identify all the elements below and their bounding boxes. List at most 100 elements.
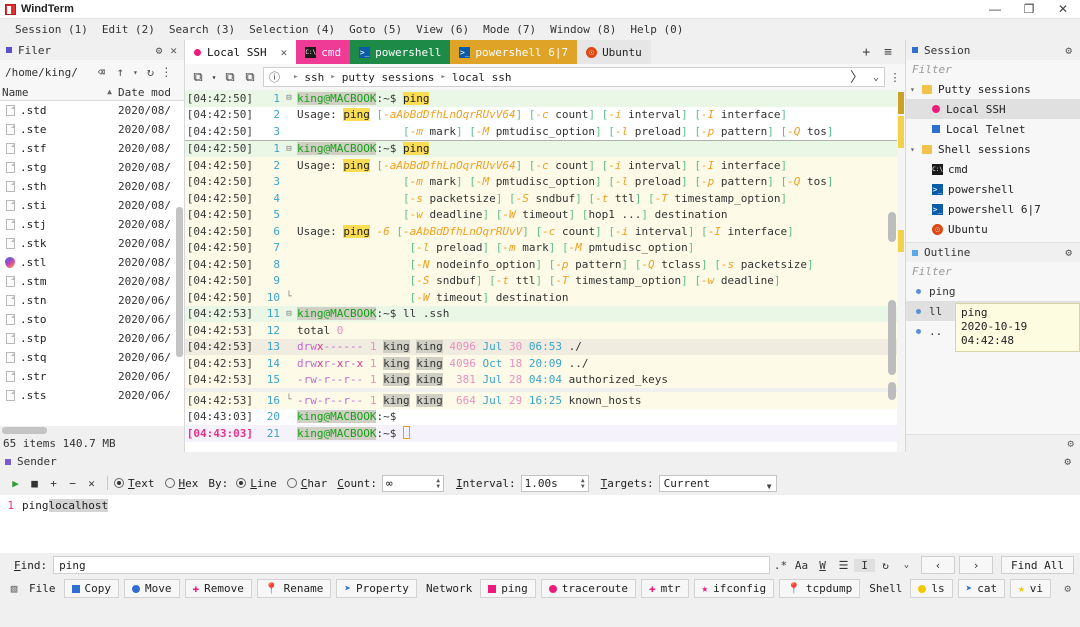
bottom-button-copy[interactable]: Copy <box>63 579 119 598</box>
filer-row[interactable]: .stq 2020/06/ <box>0 348 184 367</box>
bottom-button-ls[interactable]: ls <box>910 579 953 598</box>
session-item-cmd[interactable]: C:\ cmd <box>906 159 1080 179</box>
outline-filter-input[interactable]: Filter <box>906 262 1080 281</box>
terminal-line[interactable]: [04:42:50] 2 Usage: ping [-aAbBdDfhLnOqrRU… <box>185 157 905 174</box>
terminal-fold-icon[interactable]: ⊟ <box>283 93 295 103</box>
terminal-line[interactable]: [04:42:53] 13 drwx------ 1 king king 4096 … <box>185 338 905 355</box>
session-filter-input[interactable]: Filter <box>906 60 1080 79</box>
terminal-scroll-thumb-0[interactable] <box>888 212 896 242</box>
sender-text-radio[interactable] <box>114 478 124 488</box>
maximize-button[interactable]: ❐ <box>1012 0 1046 19</box>
close-tab-icon[interactable]: ⧉ <box>220 70 240 85</box>
filer-up-icon[interactable]: ↑ <box>111 65 130 79</box>
tab-powershell-6-7[interactable]: >_ powershell 6|7 <box>450 40 578 64</box>
tab-list-icon[interactable]: ≡ <box>877 45 899 60</box>
filer-refresh-icon[interactable]: ↻ <box>141 65 160 79</box>
filer-row[interactable]: .stg 2020/08/ <box>0 158 184 177</box>
add-tab-icon[interactable]: + <box>855 45 877 60</box>
terminal-line[interactable]: [04:42:53] 15 -rw-r--r-- 1 king king 381 J… <box>185 371 905 388</box>
menu-item-goto[interactable]: Goto (5) <box>342 21 409 38</box>
filer-row[interactable]: .stk 2020/08/ <box>0 234 184 253</box>
terminal-line[interactable]: [04:42:50] 7 [-l preload] [-m mark] [-M p… <box>185 239 905 256</box>
tab-cmd[interactable]: C:\ cmd <box>296 40 351 64</box>
sender-remove-icon[interactable]: − <box>63 477 82 490</box>
tab-powershell[interactable]: >_ powershell <box>350 40 451 64</box>
match-case-icon[interactable]: Aa <box>791 559 812 572</box>
sender-line-radio[interactable] <box>236 478 247 488</box>
breadcrumb-chevron-icon[interactable]: ⌄ <box>873 72 879 83</box>
right-footer-gear-icon[interactable]: ⚙ <box>1067 437 1074 450</box>
filer-clear-icon[interactable]: ⌫ <box>92 65 111 79</box>
minimize-button[interactable]: — <box>978 0 1012 19</box>
in-selection-icon[interactable]: ☰ <box>833 559 854 572</box>
bottom-button-rename[interactable]: 📍 Rename <box>256 579 332 598</box>
session-tree[interactable]: ▾ Putty sessions Local SSH Local Telnet ▾ She… <box>906 79 1080 239</box>
find-all-button[interactable]: Find All <box>1001 556 1074 574</box>
breadcrumb-expand-icon[interactable]: 〉 <box>850 67 864 87</box>
terminal-scroll-thumb-2[interactable] <box>888 382 896 400</box>
menu-item-mode[interactable]: Mode (7) <box>476 21 543 38</box>
sender-settings-icon[interactable]: ⚙ <box>1064 455 1075 468</box>
breadcrumb-item-local-ssh[interactable]: local ssh <box>452 71 512 84</box>
sender-clear-icon[interactable]: ✕ <box>82 477 101 490</box>
sender-hex-radio[interactable] <box>164 478 175 488</box>
bottom-button-property[interactable]: ➤ Property <box>336 579 417 598</box>
filer-row[interactable]: .str 2020/06/ <box>0 367 184 386</box>
filer-horizontal-scrollbar[interactable] <box>0 426 184 435</box>
session-settings-icon[interactable]: ⚙ <box>1065 44 1072 57</box>
terminal-line[interactable]: [04:42:53] 12 total 0 <box>185 322 905 339</box>
sender-targets-select[interactable]: Current ▼ <box>658 474 777 492</box>
filer-row[interactable]: .stf 2020/08/ <box>0 139 184 158</box>
bottom-button-vi[interactable]: ★ vi <box>1010 579 1051 598</box>
stepper-down-icon-2[interactable]: ▼ <box>581 483 585 490</box>
sender-stop-icon[interactable]: ■ <box>25 477 44 490</box>
menu-item-help[interactable]: Help (0) <box>623 21 690 38</box>
tab-close-icon[interactable]: ✕ <box>281 46 288 59</box>
terminal-line[interactable]: [04:42:53] 14 drwxr-xr-x 1 king king 4096 … <box>185 355 905 372</box>
bottom-button-cat[interactable]: ➤ cat <box>957 579 1006 598</box>
session-group-shell-sessions[interactable]: ▾ Shell sessions <box>906 139 1080 159</box>
terminal-line[interactable]: [04:42:50] 6 Usage: ping -6 [-aAbBdDfhLnOq… <box>185 223 905 240</box>
menu-item-view[interactable]: View (6) <box>409 21 476 38</box>
menu-item-edit[interactable]: Edit (2) <box>95 21 162 38</box>
bottom-button-move[interactable]: Move <box>124 579 180 598</box>
sender-char-radio[interactable] <box>286 478 297 488</box>
terminal-output[interactable]: [04:42:50] 1 ⊟ king@MACBOOK:~$ ping [04:42:5… <box>185 90 905 452</box>
breadcrumb[interactable]: ⓘ ▸ ssh ▸ putty sessions ▸ local ssh 〉 ⌄ <box>263 67 885 87</box>
sender-count-stepper[interactable]: ∞ ▲ ▼ <box>382 474 444 492</box>
filer-vertical-scrollbar[interactable] <box>176 207 183 357</box>
outline-item-ping[interactable]: ping <box>906 281 1080 301</box>
filer-column-name[interactable]: Name ▲ <box>0 86 118 99</box>
filer-file-list[interactable]: .std 2020/08/.ste 2020/08/.stf 2020/08/.stg… <box>0 101 184 426</box>
filer-row[interactable]: .stn 2020/06/ <box>0 291 184 310</box>
filer-row[interactable]: .sto 2020/06/ <box>0 310 184 329</box>
sender-editor[interactable]: 1 ping localhost <box>0 495 1080 553</box>
cursor-icon[interactable]: I <box>854 558 876 572</box>
filer-row[interactable]: .std 2020/08/ <box>0 101 184 120</box>
terminal-fold-icon[interactable]: └ <box>283 395 295 405</box>
bottom-button-ifconfig[interactable]: ★ ifconfig <box>693 579 775 598</box>
filer-history-dropdown-icon[interactable]: ▾ <box>130 68 141 77</box>
menu-item-session[interactable]: Session (1) <box>8 21 95 38</box>
terminal-scrollbar[interactable] <box>888 90 896 452</box>
tab-local-ssh[interactable]: Local SSH ✕ <box>185 40 297 64</box>
find-prev-button[interactable]: ‹ <box>921 556 956 574</box>
bottom-button-mtr[interactable]: ✚ mtr <box>641 579 689 598</box>
find-input[interactable]: ping <box>53 556 771 574</box>
breadcrumb-item-putty-sessions[interactable]: putty sessions <box>342 71 435 84</box>
more-options-icon[interactable]: ⌄ <box>896 560 917 570</box>
terminal-line[interactable]: [04:42:50] 3 [-m mark] [-M pmtudisc_optio… <box>185 173 905 190</box>
menu-item-window[interactable]: Window (8) <box>543 21 623 38</box>
new-tab-icon[interactable]: ⧉ <box>188 70 208 85</box>
filer-row[interactable]: .sti 2020/08/ <box>0 196 184 215</box>
filer-close-icon[interactable]: ✕ <box>170 44 177 57</box>
bottom-button-remove[interactable]: ✚ Remove <box>184 579 252 598</box>
filer-row[interactable]: .stj 2020/08/ <box>0 215 184 234</box>
menu-item-selection[interactable]: Selection (4) <box>242 21 342 38</box>
terminal-line[interactable]: [04:42:50] 9 [-S sndbuf] [-t ttl] [-T tim… <box>185 272 905 289</box>
sender-interval-stepper[interactable]: 1.00s ▲ ▼ <box>520 474 589 492</box>
terminal-marker-2[interactable] <box>898 230 904 252</box>
filer-path-value[interactable]: /home/king/ <box>3 66 78 79</box>
breadcrumb-item-ssh[interactable]: ssh <box>304 71 324 84</box>
session-item-local-ssh[interactable]: Local SSH <box>906 99 1080 119</box>
